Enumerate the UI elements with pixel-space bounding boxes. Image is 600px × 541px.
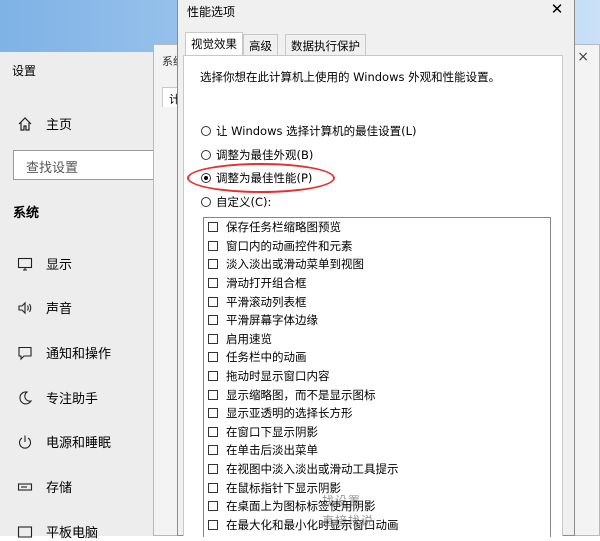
tab-visual-effects[interactable]: 视觉效果 (185, 32, 243, 56)
radio-button[interactable] (201, 150, 211, 160)
nav-label: 专注助手 (46, 392, 99, 407)
checkbox[interactable] (208, 408, 218, 419)
checkbox[interactable] (208, 333, 218, 344)
effect-label: 启用速览 (226, 331, 272, 346)
nav-notifications[interactable]: 通知和操作 (16, 343, 111, 362)
close-icon[interactable]: × (577, 49, 589, 65)
dialog-title: 性能选项 (187, 5, 236, 19)
effect-label: 淡入淡出或滑动菜单到视图 (226, 257, 364, 272)
effect-label: 平滑滚动列表框 (226, 294, 307, 309)
checkbox[interactable] (208, 371, 218, 382)
checkbox[interactable] (208, 222, 218, 233)
effect-checkbox-row[interactable]: 在视图中淡入淡出或滑动工具提示 (204, 460, 550, 479)
checkbox[interactable] (208, 445, 218, 456)
visual-effects-panel: 选择你想在此计算机上使用的 Windows 外观和性能设置。 让 Windows… (183, 55, 563, 537)
performance-options-dialog: 性能选项 ✕ 视觉效果 高级 数据执行保护 选择你想在此计算机上使用的 Wind… (177, 0, 575, 537)
effect-label: 滑动打开组合框 (226, 276, 307, 291)
section-heading: 系统 (13, 206, 40, 221)
nav-sound[interactable]: 声音 (16, 298, 72, 317)
effect-checkbox-row[interactable]: 拖动时显示窗口内容 (204, 367, 550, 386)
description-text: 选择你想在此计算机上使用的 Windows 外观和性能设置。 (200, 70, 501, 84)
power-icon (16, 433, 34, 451)
close-icon[interactable]: ✕ (548, 0, 566, 18)
effect-label: 任务栏中的动画 (226, 350, 307, 365)
checkbox[interactable] (208, 315, 218, 326)
nav-display[interactable]: 显示 (16, 254, 72, 273)
moon-icon (16, 389, 34, 407)
radio-button[interactable] (201, 126, 211, 136)
effect-checkbox-row[interactable]: 保存任务栏缩略图预览 (204, 218, 550, 237)
effect-checkbox-row[interactable]: 任务栏中的动画 (204, 348, 550, 367)
effect-label: 平滑屏幕字体边缘 (226, 313, 318, 328)
effect-checkbox-row[interactable]: 在窗口下显示阴影 (204, 423, 550, 442)
radio-best-appearance[interactable]: 调整为最佳外观(B) (201, 147, 313, 163)
checkbox[interactable] (208, 352, 218, 363)
radio-custom[interactable]: 自定义(C): (201, 194, 271, 210)
effect-checkbox-row[interactable]: 在鼠标指针下显示阴影 (204, 478, 550, 497)
effect-label: 显示亚透明的选择长方形 (226, 406, 353, 421)
tab-dep[interactable]: 数据执行保护 (285, 34, 366, 55)
radio-button[interactable] (201, 197, 211, 207)
watermark-text: 找设置 (322, 494, 362, 508)
radio-let-windows-choose[interactable]: 让 Windows 选择计算机的最佳设置(L) (201, 123, 417, 139)
storage-icon (16, 478, 34, 496)
effect-checkbox-row[interactable]: 在最大化和最小化时显示窗口动画 (204, 516, 550, 535)
nav-home[interactable]: 主页 (16, 114, 72, 133)
effect-checkbox-row[interactable]: 在桌面上为图标标签使用阴影 (204, 497, 550, 516)
checkbox[interactable] (208, 482, 218, 493)
effect-checkbox-row[interactable]: 显示缩略图，而不是显示图标 (204, 385, 550, 404)
red-highlight-ring (187, 163, 335, 193)
checkbox[interactable] (208, 296, 218, 307)
notification-icon (16, 344, 34, 362)
nav-home-label: 主页 (46, 118, 73, 133)
effect-label: 保存任务栏缩略图预览 (226, 220, 341, 235)
settings-title: 设置 (12, 64, 37, 78)
effect-label: 显示缩略图，而不是显示图标 (226, 387, 376, 402)
nav-storage[interactable]: 存储 (16, 477, 72, 496)
effect-label: 在窗口下显示阴影 (226, 424, 318, 439)
checkbox[interactable] (208, 426, 218, 437)
settings-window: 设置 主页 查找设置 系统 显示 声音 通知和操作 专注助手 电源和睡眠 存储 … (0, 52, 164, 541)
effect-label: 拖动时显示窗口内容 (226, 369, 330, 384)
nav-label: 存储 (46, 481, 73, 496)
checkbox[interactable] (208, 389, 218, 400)
effect-checkbox-row[interactable]: 窗口内的动画控件和元素 (204, 237, 550, 256)
effect-checkbox-row[interactable]: 平滑滚动列表框 (204, 292, 550, 311)
home-icon (16, 115, 34, 133)
monitor-icon (16, 255, 34, 273)
nav-label: 显示 (46, 258, 73, 273)
effect-label: 在单击后淡出菜单 (226, 443, 318, 458)
effect-checkbox-row[interactable]: 显示亚透明的选择长方形 (204, 404, 550, 423)
effect-label: 在视图中淡入淡出或滑动工具提示 (226, 462, 399, 477)
effect-checkbox-row[interactable]: 平滑屏幕字体边缘 (204, 311, 550, 330)
effect-checkbox-row[interactable]: 滑动打开组合框 (204, 274, 550, 293)
radio-label: 自定义(C): (216, 195, 272, 209)
effect-checkbox-row[interactable]: 启用速览 (204, 330, 550, 349)
checkbox[interactable] (208, 501, 218, 512)
nav-label: 声音 (46, 302, 73, 317)
nav-label: 平板电脑 (46, 526, 99, 541)
radio-label: 让 Windows 选择计算机的最佳设置(L) (216, 124, 417, 138)
tablet-icon (16, 523, 34, 541)
watermark-text: 直接找说 (322, 514, 375, 528)
tab-advanced[interactable]: 高级 (243, 34, 278, 55)
search-placeholder: 查找设置 (26, 161, 79, 176)
nav-power[interactable]: 电源和睡眠 (16, 432, 111, 451)
effects-list[interactable]: 保存任务栏缩略图预览 窗口内的动画控件和元素 淡入淡出或滑动菜单到视图 滑动打开组合框… (203, 217, 551, 537)
effect-label: 窗口内的动画控件和元素 (226, 238, 353, 253)
nav-focus-assist[interactable]: 专注助手 (16, 388, 98, 407)
nav-tablet[interactable]: 平板电脑 (16, 522, 98, 541)
checkbox[interactable] (208, 259, 218, 270)
radio-label: 调整为最佳外观(B) (216, 148, 314, 162)
effect-checkbox-row[interactable]: 在单击后淡出菜单 (204, 441, 550, 460)
checkbox[interactable] (208, 464, 218, 475)
speaker-icon (16, 299, 34, 317)
nav-label: 电源和睡眠 (46, 436, 112, 451)
checkbox[interactable] (208, 240, 218, 251)
nav-label: 通知和操作 (46, 347, 112, 362)
checkbox[interactable] (208, 519, 218, 530)
settings-search-input[interactable]: 查找设置 (13, 150, 155, 180)
checkbox[interactable] (208, 278, 218, 289)
effect-checkbox-row[interactable]: 淡入淡出或滑动菜单到视图 (204, 255, 550, 274)
